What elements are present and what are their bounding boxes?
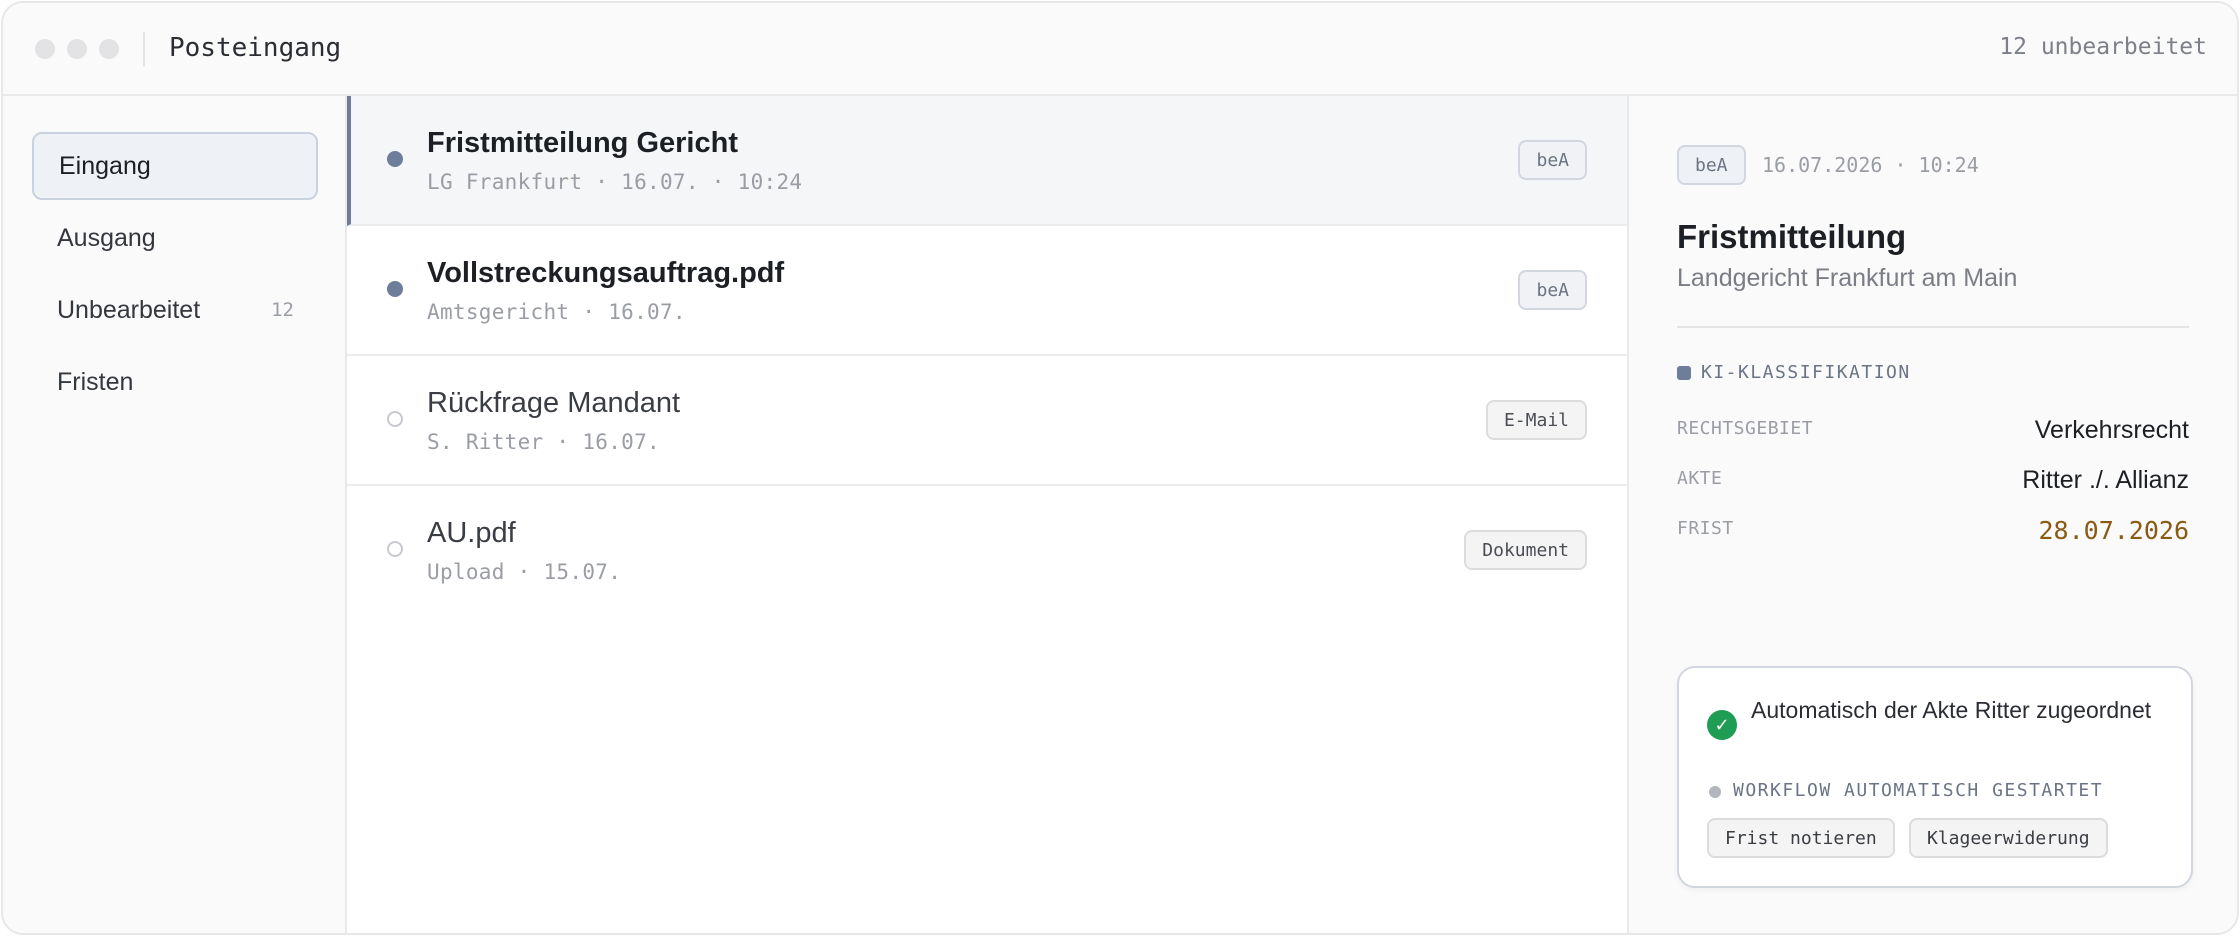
read-indicator-icon bbox=[387, 411, 403, 427]
note-deadline-button[interactable]: Frist notieren bbox=[1707, 818, 1895, 858]
received-datetime: 16.07.2026 · 10:24 bbox=[1762, 153, 1979, 177]
detail-title: Fristmitteilung bbox=[1677, 218, 1907, 255]
unread-indicator-icon bbox=[387, 151, 403, 167]
sidebar-item-unbearbeitet[interactable]: Unbearbeitet 12 bbox=[32, 276, 318, 344]
source-badge: Dokument bbox=[1464, 530, 1587, 570]
statement-of-defence-button[interactable]: Klageerwiderung bbox=[1909, 818, 2108, 858]
message-row[interactable]: AU.pdf Upload · 15.07. Dokument bbox=[347, 486, 1627, 616]
message-title: AU.pdf bbox=[427, 517, 516, 549]
sidebar-item-eingang[interactable]: Eingang bbox=[32, 132, 318, 200]
message-meta: S. Ritter · 16.07. bbox=[427, 430, 660, 454]
app-window: Posteingang 12 unbearbeitet Eingang Ausg… bbox=[1, 1, 2239, 935]
source-badge: beA bbox=[1677, 145, 1746, 185]
unprocessed-status: 12 unbearbeitet bbox=[1999, 34, 2207, 60]
workflow-status-label: WORKFLOW AUTOMATISCH GESTARTET bbox=[1733, 780, 2104, 801]
field-key-rechtsgebiet: RECHTSGEBIET bbox=[1677, 418, 1814, 439]
message-meta: Upload · 15.07. bbox=[427, 560, 622, 584]
workflow-status-icon bbox=[1709, 786, 1721, 798]
message-title: Rückfrage Mandant bbox=[427, 387, 681, 419]
sidebar: Eingang Ausgang Unbearbeitet 12 Fristen bbox=[3, 96, 347, 933]
ai-classification-label: KI-KLASSIFIKATION bbox=[1701, 362, 1911, 383]
sidebar-item-label: Unbearbeitet bbox=[57, 295, 201, 324]
titlebar: Posteingang 12 unbearbeitet bbox=[3, 3, 2237, 96]
message-row[interactable]: Fristmitteilung Gericht LG Frankfurt · 1… bbox=[347, 96, 1627, 226]
field-value-rechtsgebiet: Verkehrsrecht bbox=[2034, 416, 2189, 444]
message-meta: Amtsgericht · 16.07. bbox=[427, 300, 686, 324]
window-minimize-control[interactable] bbox=[67, 39, 87, 59]
sidebar-item-label: Fristen bbox=[57, 367, 134, 396]
ai-classification-icon bbox=[1677, 366, 1691, 380]
checkmark-icon: ✓ bbox=[1707, 710, 1737, 740]
message-row[interactable]: Rückfrage Mandant S. Ritter · 16.07. E-M… bbox=[347, 356, 1627, 486]
auto-assignment-card: ✓ Automatisch der Akte Ritter zugeordnet… bbox=[1677, 666, 2193, 888]
source-badge: beA bbox=[1518, 270, 1587, 310]
titlebar-divider bbox=[143, 32, 145, 66]
message-title: Vollstreckungsauftrag.pdf bbox=[427, 257, 785, 289]
source-badge: beA bbox=[1518, 140, 1587, 180]
field-key-akte: AKTE bbox=[1677, 468, 1723, 489]
sidebar-item-ausgang[interactable]: Ausgang bbox=[32, 204, 318, 272]
field-value-akte[interactable]: Ritter ./. Allianz bbox=[2022, 466, 2189, 495]
window-title: Posteingang bbox=[169, 33, 342, 63]
message-list: Fristmitteilung Gericht LG Frankfurt · 1… bbox=[347, 96, 1627, 933]
sidebar-item-fristen[interactable]: Fristen bbox=[32, 348, 318, 416]
message-row[interactable]: Vollstreckungsauftrag.pdf Amtsgericht · … bbox=[347, 226, 1627, 356]
window-close-control[interactable] bbox=[35, 39, 55, 59]
assignment-message: Automatisch der Akte Ritter zugeordnet bbox=[1751, 697, 2152, 723]
sidebar-item-label: Eingang bbox=[59, 151, 151, 180]
field-key-frist: FRIST bbox=[1677, 518, 1734, 539]
message-title: Fristmitteilung Gericht bbox=[427, 127, 738, 159]
detail-panel: beA 16.07.2026 · 10:24 Fristmitteilung L… bbox=[1627, 96, 2237, 933]
sidebar-item-label: Ausgang bbox=[57, 223, 156, 252]
unread-indicator-icon bbox=[387, 281, 403, 297]
detail-sender: Landgericht Frankfurt am Main bbox=[1677, 264, 2018, 292]
message-meta: LG Frankfurt · 16.07. · 10:24 bbox=[427, 170, 803, 194]
field-value-frist: 28.07.2026 bbox=[2038, 516, 2189, 545]
source-badge: E-Mail bbox=[1485, 400, 1587, 440]
divider bbox=[1677, 326, 2189, 328]
sidebar-item-count: 12 bbox=[271, 299, 294, 321]
window-maximize-control[interactable] bbox=[99, 39, 119, 59]
read-indicator-icon bbox=[387, 541, 403, 557]
